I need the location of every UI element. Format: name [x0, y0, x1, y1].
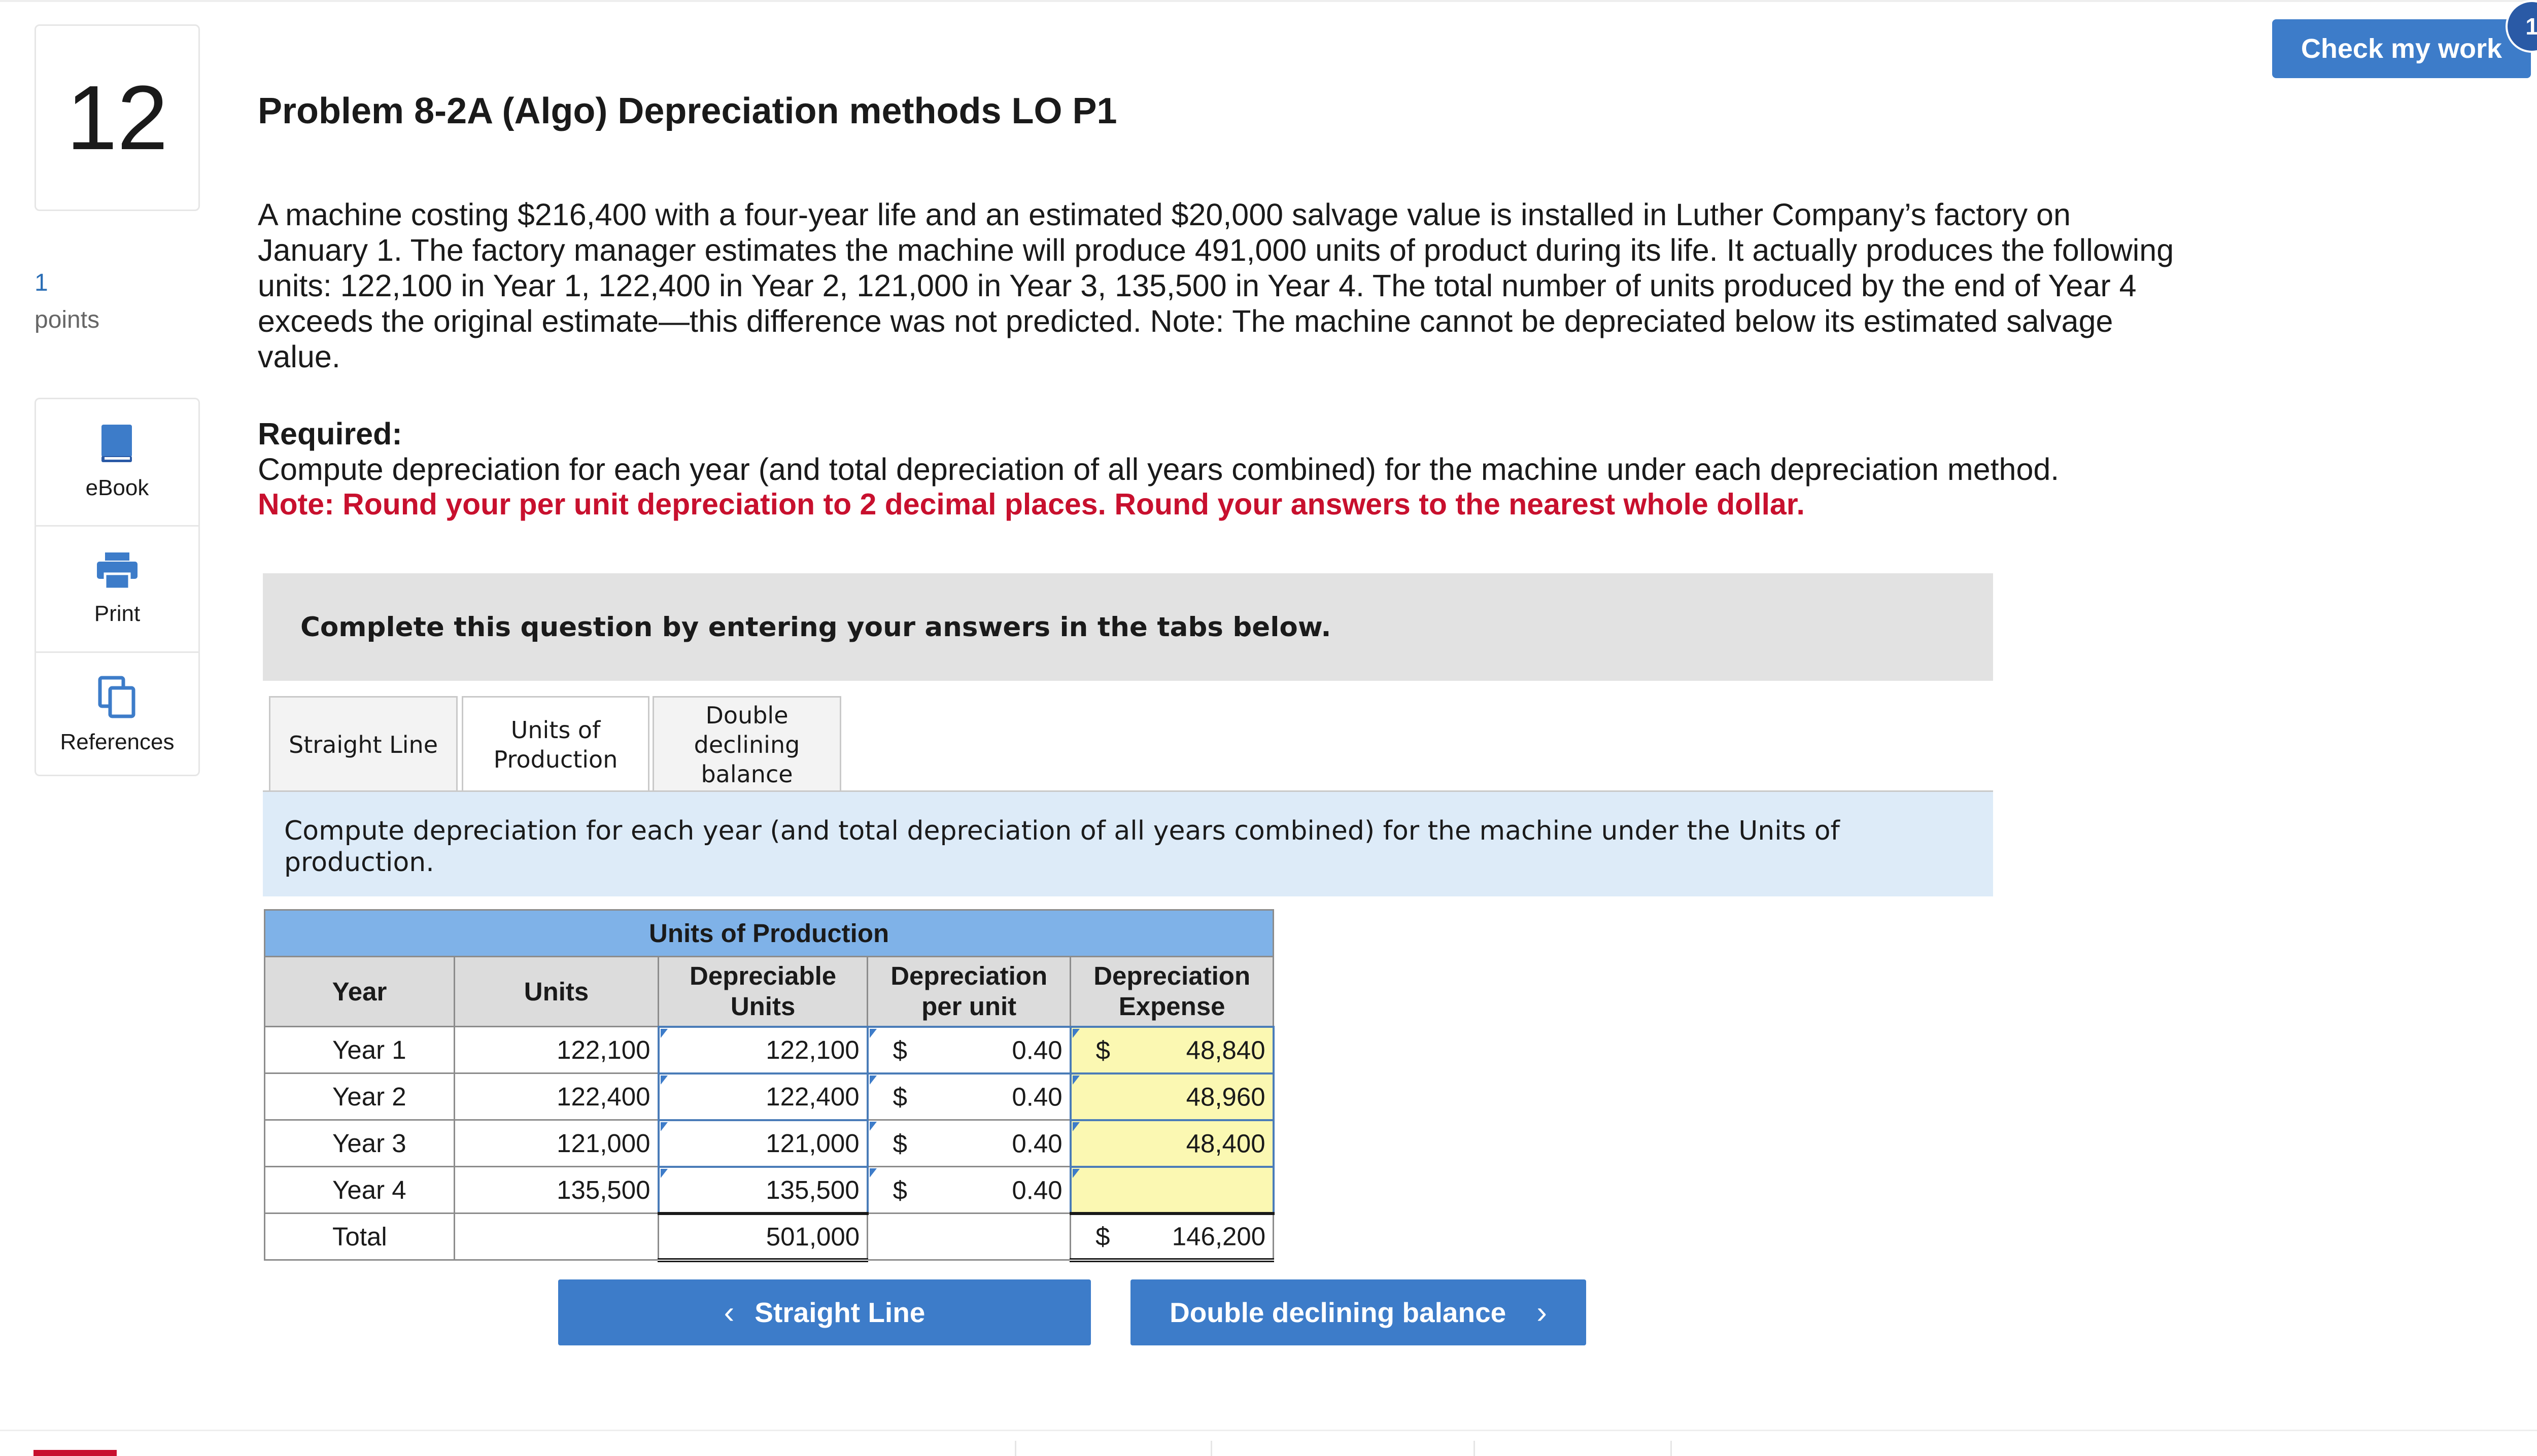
ebook-label: eBook — [85, 475, 149, 500]
prev-tab-button[interactable]: ‹ Straight Line — [558, 1279, 1091, 1345]
expense-input[interactable]: $ 48,840 — [1069, 1025, 1275, 1074]
units-cell: 135,500 — [454, 1166, 659, 1214]
instructions-banner: Complete this question by entering your … — [263, 573, 1993, 681]
print-label: Print — [94, 601, 141, 626]
expense-input[interactable]: 48,960 — [1069, 1072, 1275, 1121]
per-unit-input[interactable]: $ 0.40 — [866, 1025, 1072, 1074]
table-row: Year 1 122,100 122,100 $ 0.40 $ 48,840 — [264, 1025, 1275, 1074]
header-units: Units — [454, 956, 659, 1027]
required-heading: Required: — [258, 417, 402, 451]
header-depreciable-units: Depreciable Units — [657, 956, 869, 1027]
total-expense-dollar: $ — [1095, 1222, 1110, 1251]
per-unit-dollar: $ — [893, 1035, 908, 1064]
copy-pages-icon — [98, 676, 135, 718]
footer-tick — [1211, 1441, 1212, 1456]
depreciable-units-input[interactable]: 122,100 — [657, 1025, 869, 1074]
units-of-production-table: Units of Production Year Units Depreciab… — [263, 909, 1275, 1262]
required-text: Compute depreciation for each year (and … — [258, 452, 2060, 487]
header-year: Year — [264, 956, 455, 1027]
next-tab-button[interactable]: Double declining balance › — [1130, 1279, 1586, 1345]
expense-value: 48,840 — [1186, 1035, 1265, 1064]
expense-input[interactable]: 48,400 — [1069, 1119, 1275, 1168]
expense-input[interactable] — [1069, 1165, 1275, 1215]
rounding-note: Note: Round your per unit depreciation t… — [258, 488, 1805, 521]
year-cell: Year 3 — [264, 1119, 455, 1167]
per-unit-value: 0.40 — [1012, 1175, 1062, 1204]
header-depreciation-expense: Depreciation Expense — [1070, 956, 1275, 1027]
per-unit-input[interactable]: $ 0.40 — [867, 1072, 1072, 1121]
per-unit-dollar: $ — [893, 1175, 908, 1204]
units-cell: 122,100 — [454, 1026, 659, 1074]
progress-accent — [33, 1450, 117, 1456]
problem-text: A machine costing $216,400 with a four-y… — [258, 197, 2174, 374]
per-unit-dollar: $ — [893, 1129, 908, 1158]
printer-icon — [97, 552, 138, 590]
check-my-work-button[interactable]: Check my work — [2272, 19, 2531, 78]
expense-value: 48,400 — [1186, 1129, 1265, 1158]
tools-panel: eBook Print References — [35, 398, 200, 776]
tab-units-of-production[interactable]: Units of Production — [462, 696, 649, 791]
footer-tick — [1015, 1441, 1016, 1456]
tab-double-declining-balance[interactable]: Double declining balance — [653, 696, 841, 791]
print-button[interactable]: Print — [36, 525, 198, 651]
footer-tick — [1670, 1441, 1672, 1456]
chevron-left-icon: ‹ — [724, 1295, 735, 1330]
points-label: points — [35, 306, 100, 333]
ebook-button[interactable]: eBook — [36, 399, 198, 525]
table-total-row: Total 501,000 $ 146,200 — [264, 1211, 1275, 1262]
book-icon — [101, 425, 132, 462]
question-number: 12 — [35, 24, 200, 211]
depreciable-units-input[interactable]: 135,500 — [657, 1165, 869, 1215]
references-button[interactable]: References — [36, 651, 198, 777]
chevron-right-icon: › — [1536, 1295, 1547, 1330]
footer-tick — [1473, 1441, 1475, 1456]
points-value: 1 — [35, 269, 48, 296]
year-cell: Year 2 — [264, 1072, 455, 1121]
year-cell: Year 4 — [264, 1166, 455, 1214]
header-depreciation-per-unit: Depreciation per unit — [867, 956, 1072, 1027]
tab-straight-line[interactable]: Straight Line — [269, 696, 458, 791]
bottom-divider — [0, 1430, 2537, 1431]
units-cell: 122,400 — [454, 1072, 659, 1121]
expense-value: 48,960 — [1186, 1082, 1265, 1111]
references-label: References — [60, 729, 175, 754]
total-per-unit-empty — [867, 1212, 1072, 1261]
table-row: Year 4 135,500 135,500 $ 0.40 — [264, 1165, 1275, 1215]
problem-title: Problem 8-2A (Algo) Depreciation methods… — [258, 91, 1117, 131]
instructions-text: Complete this question by entering your … — [300, 611, 1331, 643]
year-cell: Year 1 — [264, 1026, 455, 1074]
units-cell: 121,000 — [454, 1119, 659, 1167]
expense-dollar: $ — [1095, 1035, 1111, 1064]
depreciable-units-input[interactable]: 121,000 — [657, 1119, 869, 1168]
top-divider — [0, 0, 2537, 2]
total-label: Total — [264, 1212, 455, 1261]
table-row: Year 3 121,000 121,000 $ 0.40 48,400 — [264, 1119, 1275, 1168]
per-unit-value: 0.40 — [1012, 1035, 1062, 1064]
table-row: Year 2 122,400 122,400 $ 0.40 48,960 — [264, 1072, 1275, 1121]
total-expense: $ 146,200 — [1070, 1211, 1275, 1262]
total-units-empty — [454, 1212, 659, 1261]
table-caption: Units of Production — [263, 909, 1275, 957]
per-unit-input[interactable]: $ 0.40 — [867, 1166, 1072, 1214]
depreciable-units-input[interactable]: 122,400 — [657, 1072, 869, 1121]
panel-description: Compute depreciation for each year (and … — [263, 792, 1993, 896]
per-unit-value: 0.40 — [1012, 1082, 1062, 1112]
next-tab-label: Double declining balance — [1170, 1297, 1506, 1328]
per-unit-input[interactable]: $ 0.40 — [867, 1119, 1072, 1167]
total-depreciable-units: 501,000 — [657, 1211, 869, 1262]
per-unit-dollar: $ — [893, 1082, 908, 1112]
panel-description-text: Compute depreciation for each year (and … — [284, 816, 1840, 878]
total-expense-value: 146,200 — [1172, 1222, 1266, 1251]
prev-tab-label: Straight Line — [755, 1297, 925, 1328]
per-unit-value: 0.40 — [1012, 1129, 1062, 1158]
